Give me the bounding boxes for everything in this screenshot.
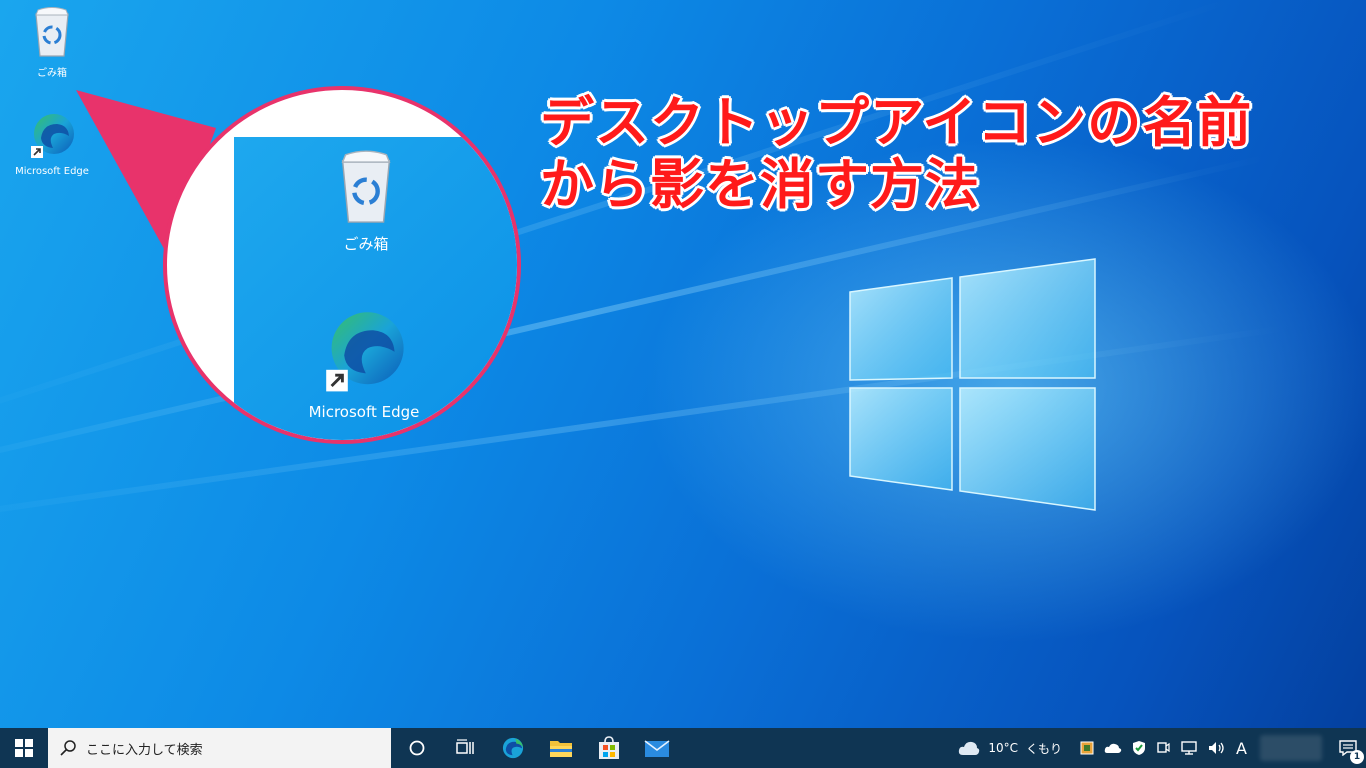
desktop-icon-label: Microsoft Edge: [15, 166, 89, 177]
windows-logo: [849, 258, 1096, 511]
taskbar-file-explorer-button[interactable]: [537, 728, 585, 768]
search-placeholder: ここに入力して検索: [86, 742, 203, 758]
edge-icon: [31, 114, 74, 158]
security-button[interactable]: [1127, 728, 1151, 768]
mail-icon: [644, 740, 670, 757]
recycle-bin-icon: [341, 150, 391, 223]
weather-condition: くもり: [1026, 741, 1063, 756]
taskbar-search-box[interactable]: ここに入力して検索: [48, 728, 391, 768]
weather-widget[interactable]: 10°C くもり: [953, 728, 1067, 768]
file-explorer-icon: [550, 741, 572, 757]
cortana-icon: [409, 740, 425, 756]
search-icon: [60, 740, 76, 756]
notification-badge: 1: [1350, 750, 1364, 764]
windows-start-icon: [15, 739, 33, 757]
task-view-button[interactable]: [441, 728, 489, 768]
zoom-magnifier: ごみ箱 Microsoft Edge: [163, 86, 521, 444]
desktop-icon-recycle-bin[interactable]: ごみ箱: [7, 6, 97, 79]
headline-line-1: デスクトップアイコンの名前: [540, 91, 1253, 154]
notification-center-button[interactable]: 1: [1330, 728, 1366, 768]
taskbar: ここに入力して検索 10°C くもり A 1: [0, 728, 1366, 768]
onedrive-icon: [1104, 743, 1122, 753]
zoom-desktop-area: ごみ箱 Microsoft Edge: [234, 137, 517, 440]
system-tray: 10°C くもり A 1: [953, 728, 1366, 768]
network-button[interactable]: [1175, 728, 1203, 768]
ime-indicator[interactable]: A: [1231, 728, 1252, 768]
desktop-icon-label: ごみ箱: [37, 68, 67, 79]
desktop: ごみ箱 Microsoft Edge ごみ箱 Microsoft Edge デス…: [0, 0, 1366, 728]
edge-icon: [326, 312, 404, 392]
zoom-icon-edge: Microsoft Edge: [274, 305, 454, 421]
headline-line-2: から影を消す方法: [540, 153, 980, 216]
zoom-icon-recycle-bin: ごみ箱: [276, 149, 456, 254]
taskbar-store-button[interactable]: [585, 728, 633, 768]
cloud-icon: [959, 741, 980, 755]
task-view-icon: [456, 739, 474, 754]
cortana-button[interactable]: [393, 728, 441, 768]
zoom-icon-label: ごみ箱: [343, 235, 389, 253]
taskbar-mail-button[interactable]: [633, 728, 681, 768]
start-button[interactable]: [0, 728, 48, 768]
zoom-icon-label: Microsoft Edge: [308, 403, 420, 421]
network-icon: [1181, 741, 1197, 755]
taskbar-edge-button[interactable]: [489, 728, 537, 768]
app-tray-icon: [1080, 741, 1094, 755]
clock-blurred[interactable]: [1260, 735, 1322, 761]
edge-icon: [502, 737, 524, 759]
meet-now-button[interactable]: [1151, 728, 1175, 768]
headline: デスクトップアイコンの名前 から影を消す方法: [540, 92, 1320, 216]
tray-app-button[interactable]: [1075, 728, 1099, 768]
onedrive-button[interactable]: [1099, 728, 1127, 768]
shield-icon: [1133, 741, 1146, 755]
recycle-bin-icon: [35, 7, 69, 57]
desktop-icon-edge[interactable]: Microsoft Edge: [7, 110, 97, 177]
volume-button[interactable]: [1203, 728, 1231, 768]
weather-temp: 10°C: [988, 741, 1019, 755]
volume-icon: [1209, 742, 1224, 754]
camera-icon: [1157, 742, 1170, 753]
store-icon: [599, 736, 619, 759]
